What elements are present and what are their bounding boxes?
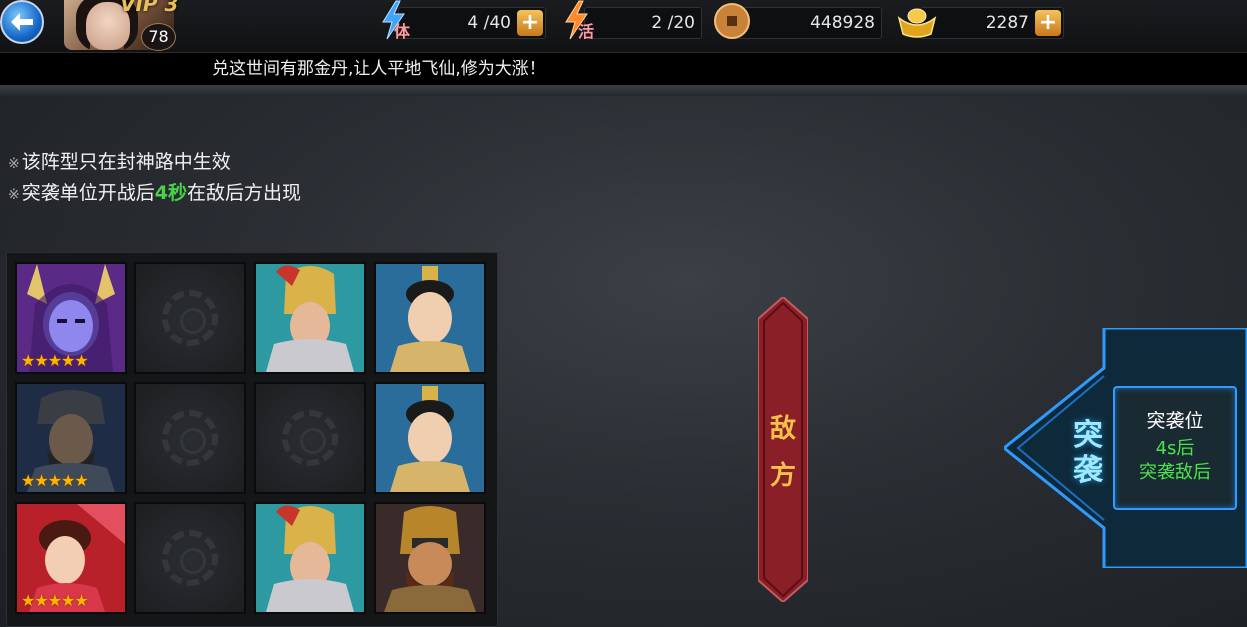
energy-value: 2 /20 (651, 13, 695, 33)
energy-counter: 2 /20 (584, 7, 702, 39)
add-stamina-button[interactable]: + (517, 10, 543, 36)
hero-portrait-golden-helmet (256, 504, 364, 612)
note-line-1: ※ 该阵型只在封神路中生效 (8, 147, 231, 174)
formation-slot-empty[interactable] (134, 262, 246, 374)
player-level: 78 (141, 23, 176, 51)
frame-rail (0, 86, 1247, 96)
stamina-label: 体 (394, 22, 411, 41)
raid-slot-title: 突袭位 (1146, 410, 1204, 432)
empty-slot-emblem-icon (282, 410, 338, 466)
hero-portrait-topknot-warrior (376, 264, 484, 372)
gold-ingot-icon (897, 8, 937, 38)
formation-slot[interactable]: ★★★★★ (15, 382, 127, 494)
note-line-2-prefix: 突袭单位开战后 (21, 182, 155, 204)
add-gold-button[interactable]: + (1035, 10, 1061, 36)
formation-slot[interactable] (374, 262, 486, 374)
enemy-banner-char-1: 敌 (769, 414, 796, 444)
announcement-bar: 兑这世间有那金丹,让人平地飞仙,修为大涨！ (0, 52, 1247, 86)
star-rating: ★★★★★ (21, 351, 89, 370)
note-line-1-text: 该阵型只在封神路中生效 (21, 151, 231, 173)
back-arrow-icon (11, 13, 33, 31)
hero-portrait-topknot-warrior (376, 384, 484, 492)
coin-value: 448928 (810, 13, 875, 33)
vip-badge: VIP 3 (120, 0, 179, 16)
enemy-side-banner (758, 297, 808, 602)
star-rating: ★★★★★ (21, 591, 89, 610)
formation-slot[interactable]: ★★★★★ (15, 262, 127, 374)
note-mark: ※ (8, 156, 20, 172)
formation-slot-empty[interactable] (254, 382, 366, 494)
formation-slot[interactable] (254, 262, 366, 374)
raid-slot-description: 突袭敌后 (1139, 462, 1211, 483)
hero-portrait-golden-helmet (256, 264, 364, 372)
formation-slot[interactable] (374, 502, 486, 614)
hero-portrait-bearded-general (376, 504, 484, 612)
stamina-value: 4 /40 (467, 13, 511, 33)
formation-slot[interactable] (254, 502, 366, 614)
empty-slot-emblem-icon (162, 530, 218, 586)
coin-counter: 448928 (728, 7, 882, 39)
formation-slot[interactable] (374, 382, 486, 494)
note-line-2: ※ 突袭单位开战后4秒在敌后方出现 (8, 178, 301, 205)
note-line-2-highlight: 4秒 (154, 182, 187, 204)
energy-label: 活 (578, 22, 595, 41)
enemy-banner-char-2: 方 (769, 461, 796, 491)
gold-counter: 2287 + (920, 7, 1064, 39)
formation-slot-empty[interactable] (134, 502, 246, 614)
gold-value: 2287 (985, 13, 1029, 33)
empty-slot-emblem-icon (162, 290, 218, 346)
note-mark: ※ (8, 187, 20, 203)
note-line-2-suffix: 在敌后方出现 (186, 182, 301, 204)
raid-slot-card[interactable]: 突袭位 4s后 突袭敌后 (1113, 386, 1237, 510)
back-button[interactable] (0, 0, 44, 44)
copper-coin-icon (714, 3, 750, 39)
announcement-text: 兑这世间有那金丹,让人平地飞仙,修为大涨！ (212, 59, 546, 79)
stamina-counter: 4 /40 + (398, 7, 546, 39)
empty-slot-emblem-icon (162, 410, 218, 466)
formation-slot-empty[interactable] (134, 382, 246, 494)
star-rating: ★★★★★ (21, 471, 89, 490)
formation-slot[interactable]: ★★★★★ (15, 502, 127, 614)
raid-slot-delay: 4s后 (1155, 438, 1195, 459)
raid-side-char-2: 袭 (1073, 453, 1103, 488)
